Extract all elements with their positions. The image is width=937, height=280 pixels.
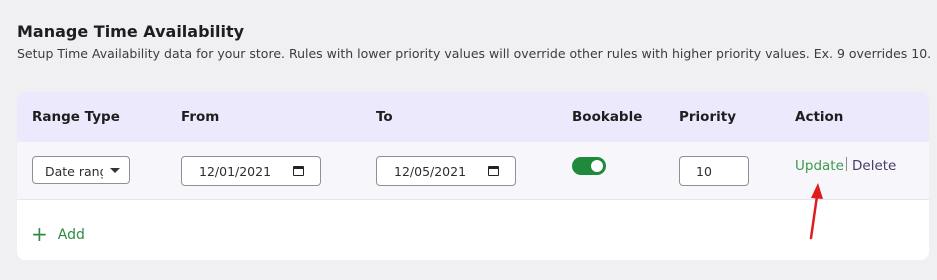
priority-input[interactable]: 10 <box>679 156 749 186</box>
calendar-icon[interactable] <box>293 166 304 176</box>
action-divider <box>846 157 847 171</box>
column-header-to: To <box>376 109 393 125</box>
from-date-value: 12/01/2021 <box>199 164 272 179</box>
to-date-input[interactable]: 12/05/2021 <box>376 156 516 186</box>
calendar-icon[interactable] <box>488 166 499 176</box>
from-date-input[interactable]: 12/01/2021 <box>181 156 321 186</box>
range-type-value: Date range <box>45 164 103 179</box>
to-date-value: 12/05/2021 <box>394 164 467 179</box>
table-row: Date range 12/01/2021 12/05/2021 10 Upda… <box>17 142 929 200</box>
priority-value: 10 <box>696 164 712 179</box>
column-header-priority: Priority <box>679 109 736 125</box>
toggle-knob <box>591 160 603 172</box>
delete-link[interactable]: Delete <box>852 158 896 174</box>
plus-icon: + <box>31 222 48 246</box>
range-type-select[interactable]: Date range <box>32 156 130 184</box>
column-header-bookable: Bookable <box>572 109 643 125</box>
add-button[interactable]: + Add <box>31 220 85 246</box>
bookable-toggle[interactable] <box>572 157 606 175</box>
chevron-down-icon <box>110 168 120 173</box>
page-title: Manage Time Availability <box>17 22 245 41</box>
column-header-action: Action <box>795 109 844 125</box>
add-label: Add <box>57 227 85 243</box>
column-header-range-type: Range Type <box>32 109 120 125</box>
availability-table-card: Range Type From To Bookable Priority Act… <box>17 92 929 260</box>
update-link[interactable]: Update <box>795 158 844 174</box>
page-description: Setup Time Availability data for your st… <box>17 46 932 61</box>
column-header-from: From <box>181 109 220 125</box>
table-header: Range Type From To Bookable Priority Act… <box>17 92 929 142</box>
